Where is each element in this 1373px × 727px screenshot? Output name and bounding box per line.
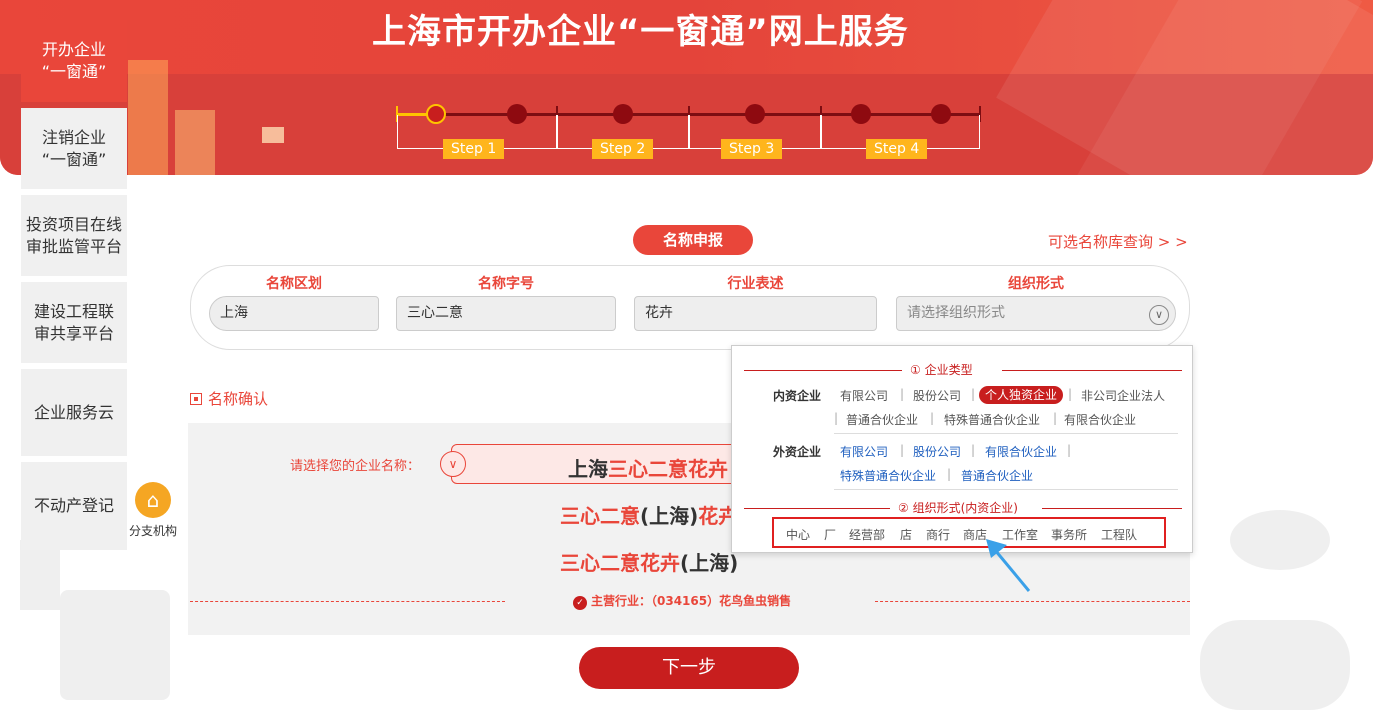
alt-name-query-link[interactable]: 可选名称库查询 > >: [1048, 231, 1188, 252]
step-progress: Step 1 Step 2 Step 3 Step 4: [396, 95, 996, 165]
name-option-3[interactable]: 三心二意花卉(上海): [560, 547, 738, 576]
enterprise-type-title: ① 企业类型: [906, 361, 977, 378]
type-option[interactable]: 普通合伙企业: [846, 411, 918, 428]
separator: |: [834, 411, 839, 425]
separator: |: [947, 467, 952, 481]
enterprise-type-header: ① 企业类型: [744, 361, 1182, 378]
building-graphic: [175, 110, 215, 175]
decorative-graphic: [1200, 620, 1350, 710]
name-confirm-title: 名称确认: [190, 388, 268, 409]
type-option[interactable]: 有限合伙企业: [1064, 411, 1136, 428]
name-part: (上海): [680, 551, 739, 575]
home-icon: ⌂: [135, 482, 171, 518]
name-option-1[interactable]: 上海三心二意花卉: [568, 453, 728, 482]
org-form-placeholder: 请选择组织形式: [907, 305, 1005, 321]
sidebar-item-label: 企业服务云: [33, 402, 114, 422]
step-label: Step 1: [443, 139, 505, 159]
type-option[interactable]: 非公司企业法人: [1081, 387, 1165, 404]
industry-input[interactable]: 花卉: [634, 296, 877, 331]
separator: |: [971, 443, 976, 457]
separator: |: [900, 443, 905, 457]
sidebar-item-label: 建设工程联 审共享平台: [33, 301, 114, 343]
header-line: [1002, 370, 1182, 371]
next-button[interactable]: 下一步: [579, 647, 799, 689]
sidebar-item-open-business[interactable]: 开办企业 “一窗通”: [21, 20, 127, 102]
header-banner: 上海市开办企业“一窗通”网上服务 Step 1 Step 2 Step 3 St…: [0, 0, 1373, 175]
brand-input[interactable]: 三心二意: [396, 296, 616, 331]
name-part: 上海: [568, 457, 608, 481]
decorative-graphic: [60, 590, 170, 700]
industry-label: 行业表述: [727, 276, 784, 292]
name-part: 三心二意: [560, 504, 640, 528]
name-option-2[interactable]: 三心二意(上海)花卉: [560, 500, 738, 529]
header-line: [744, 508, 890, 509]
foreign-type-option[interactable]: 有限合伙企业: [985, 443, 1057, 460]
separator: |: [971, 387, 976, 401]
divider: [834, 489, 1178, 490]
separator: |: [1053, 411, 1058, 425]
separator: |: [930, 411, 935, 425]
region-label: 名称区划: [266, 276, 322, 292]
main-industry-text: 主营行业：（034165）花鸟鱼虫销售: [591, 594, 792, 608]
foreign-type-option[interactable]: 有限公司: [840, 443, 888, 460]
sidebar-item-real-estate[interactable]: 不动产登记: [21, 462, 127, 550]
sidebar-item-investment-approval[interactable]: 投资项目在线 审批监管平台: [21, 195, 127, 276]
name-part: 三心二意花卉: [560, 551, 680, 575]
header-line: [1042, 508, 1182, 509]
brand-label: 名称字号: [478, 276, 534, 292]
name-part: (上海): [640, 504, 699, 528]
domestic-label: 内资企业: [773, 389, 822, 403]
foreign-type-option[interactable]: 特殊普通合伙企业: [840, 467, 936, 484]
sidebar-item-label: 投资项目在线 审批监管平台: [25, 214, 122, 256]
foreign-label: 外资企业: [773, 445, 822, 459]
sidebar-item-label: 开办企业 “一窗通”: [41, 40, 107, 81]
square-bullet-icon: [190, 393, 202, 405]
name-part: 三心二意花卉: [608, 457, 728, 481]
type-option[interactable]: 特殊普通合伙企业: [944, 411, 1040, 428]
type-option[interactable]: 有限公司: [840, 387, 888, 404]
branch-button[interactable]: ⌂ 分支机构: [127, 482, 179, 539]
foreign-type-option[interactable]: 股份公司: [913, 443, 961, 460]
step-label: Step 3: [721, 139, 783, 159]
org-form-select[interactable]: 请选择组织形式 ∨: [896, 296, 1176, 331]
annotation-arrow-icon: [986, 539, 1031, 592]
sidebar-item-construction[interactable]: 建设工程联 审共享平台: [21, 282, 127, 363]
chart-icon: [262, 127, 284, 143]
header-line: [744, 370, 902, 371]
separator: |: [900, 387, 905, 401]
building-graphic: [128, 60, 168, 175]
banner-title: 上海市开办企业“一窗通”网上服务: [372, 12, 909, 52]
step-label: Step 4: [866, 139, 928, 159]
branch-label: 分支机构: [128, 524, 177, 538]
section-pill: 名称申报: [633, 225, 753, 255]
separator: |: [1068, 387, 1073, 401]
confirm-title-text: 名称确认: [208, 390, 269, 408]
page: 上海市开办企业“一窗通”网上服务 Step 1 Step 2 Step 3 St…: [0, 0, 1373, 727]
foreign-type-option[interactable]: 普通合伙企业: [961, 467, 1033, 484]
org-form-label: 组织形式: [1008, 276, 1064, 292]
sidebar-item-close-business[interactable]: 注销企业 “一窗通”: [21, 108, 127, 189]
separator: |: [1067, 443, 1072, 457]
divider: [834, 433, 1178, 434]
check-circle-icon: ∨: [440, 451, 466, 477]
highlight-box: [772, 517, 1166, 548]
decorative-graphic: [1230, 510, 1330, 570]
choose-name-label: 请选择您的企业名称：: [290, 459, 421, 474]
divider: [190, 601, 505, 602]
type-option-selected[interactable]: 个人独资企业: [979, 386, 1064, 404]
step-label: Step 2: [592, 139, 654, 159]
sidebar-item-label: 不动产登记: [33, 496, 114, 515]
sidebar-item-label: 注销企业 “一窗通”: [41, 127, 107, 169]
check-icon: ✓: [573, 596, 587, 610]
region-input[interactable]: 上海: [209, 296, 379, 331]
org-form-header: ② 组织形式(内资企业): [744, 499, 1182, 516]
org-form-title: ② 组织形式(内资企业): [894, 499, 1022, 516]
type-option[interactable]: 股份公司: [913, 387, 961, 404]
name-form: 名称区划 名称字号 行业表述 组织形式 上海 三心二意 花卉 请选择组织形式 ∨: [190, 265, 1190, 350]
main-industry: ✓ 主营行业：（034165）花鸟鱼虫销售: [573, 592, 791, 610]
chevron-down-icon: ∨: [1149, 305, 1169, 325]
sidebar: 开办企业 “一窗通” 注销企业 “一窗通” 投资项目在线 审批监管平台 建设工程…: [21, 20, 127, 556]
sidebar-item-enterprise-cloud[interactable]: 企业服务云: [21, 369, 127, 456]
divider: [875, 601, 1190, 602]
